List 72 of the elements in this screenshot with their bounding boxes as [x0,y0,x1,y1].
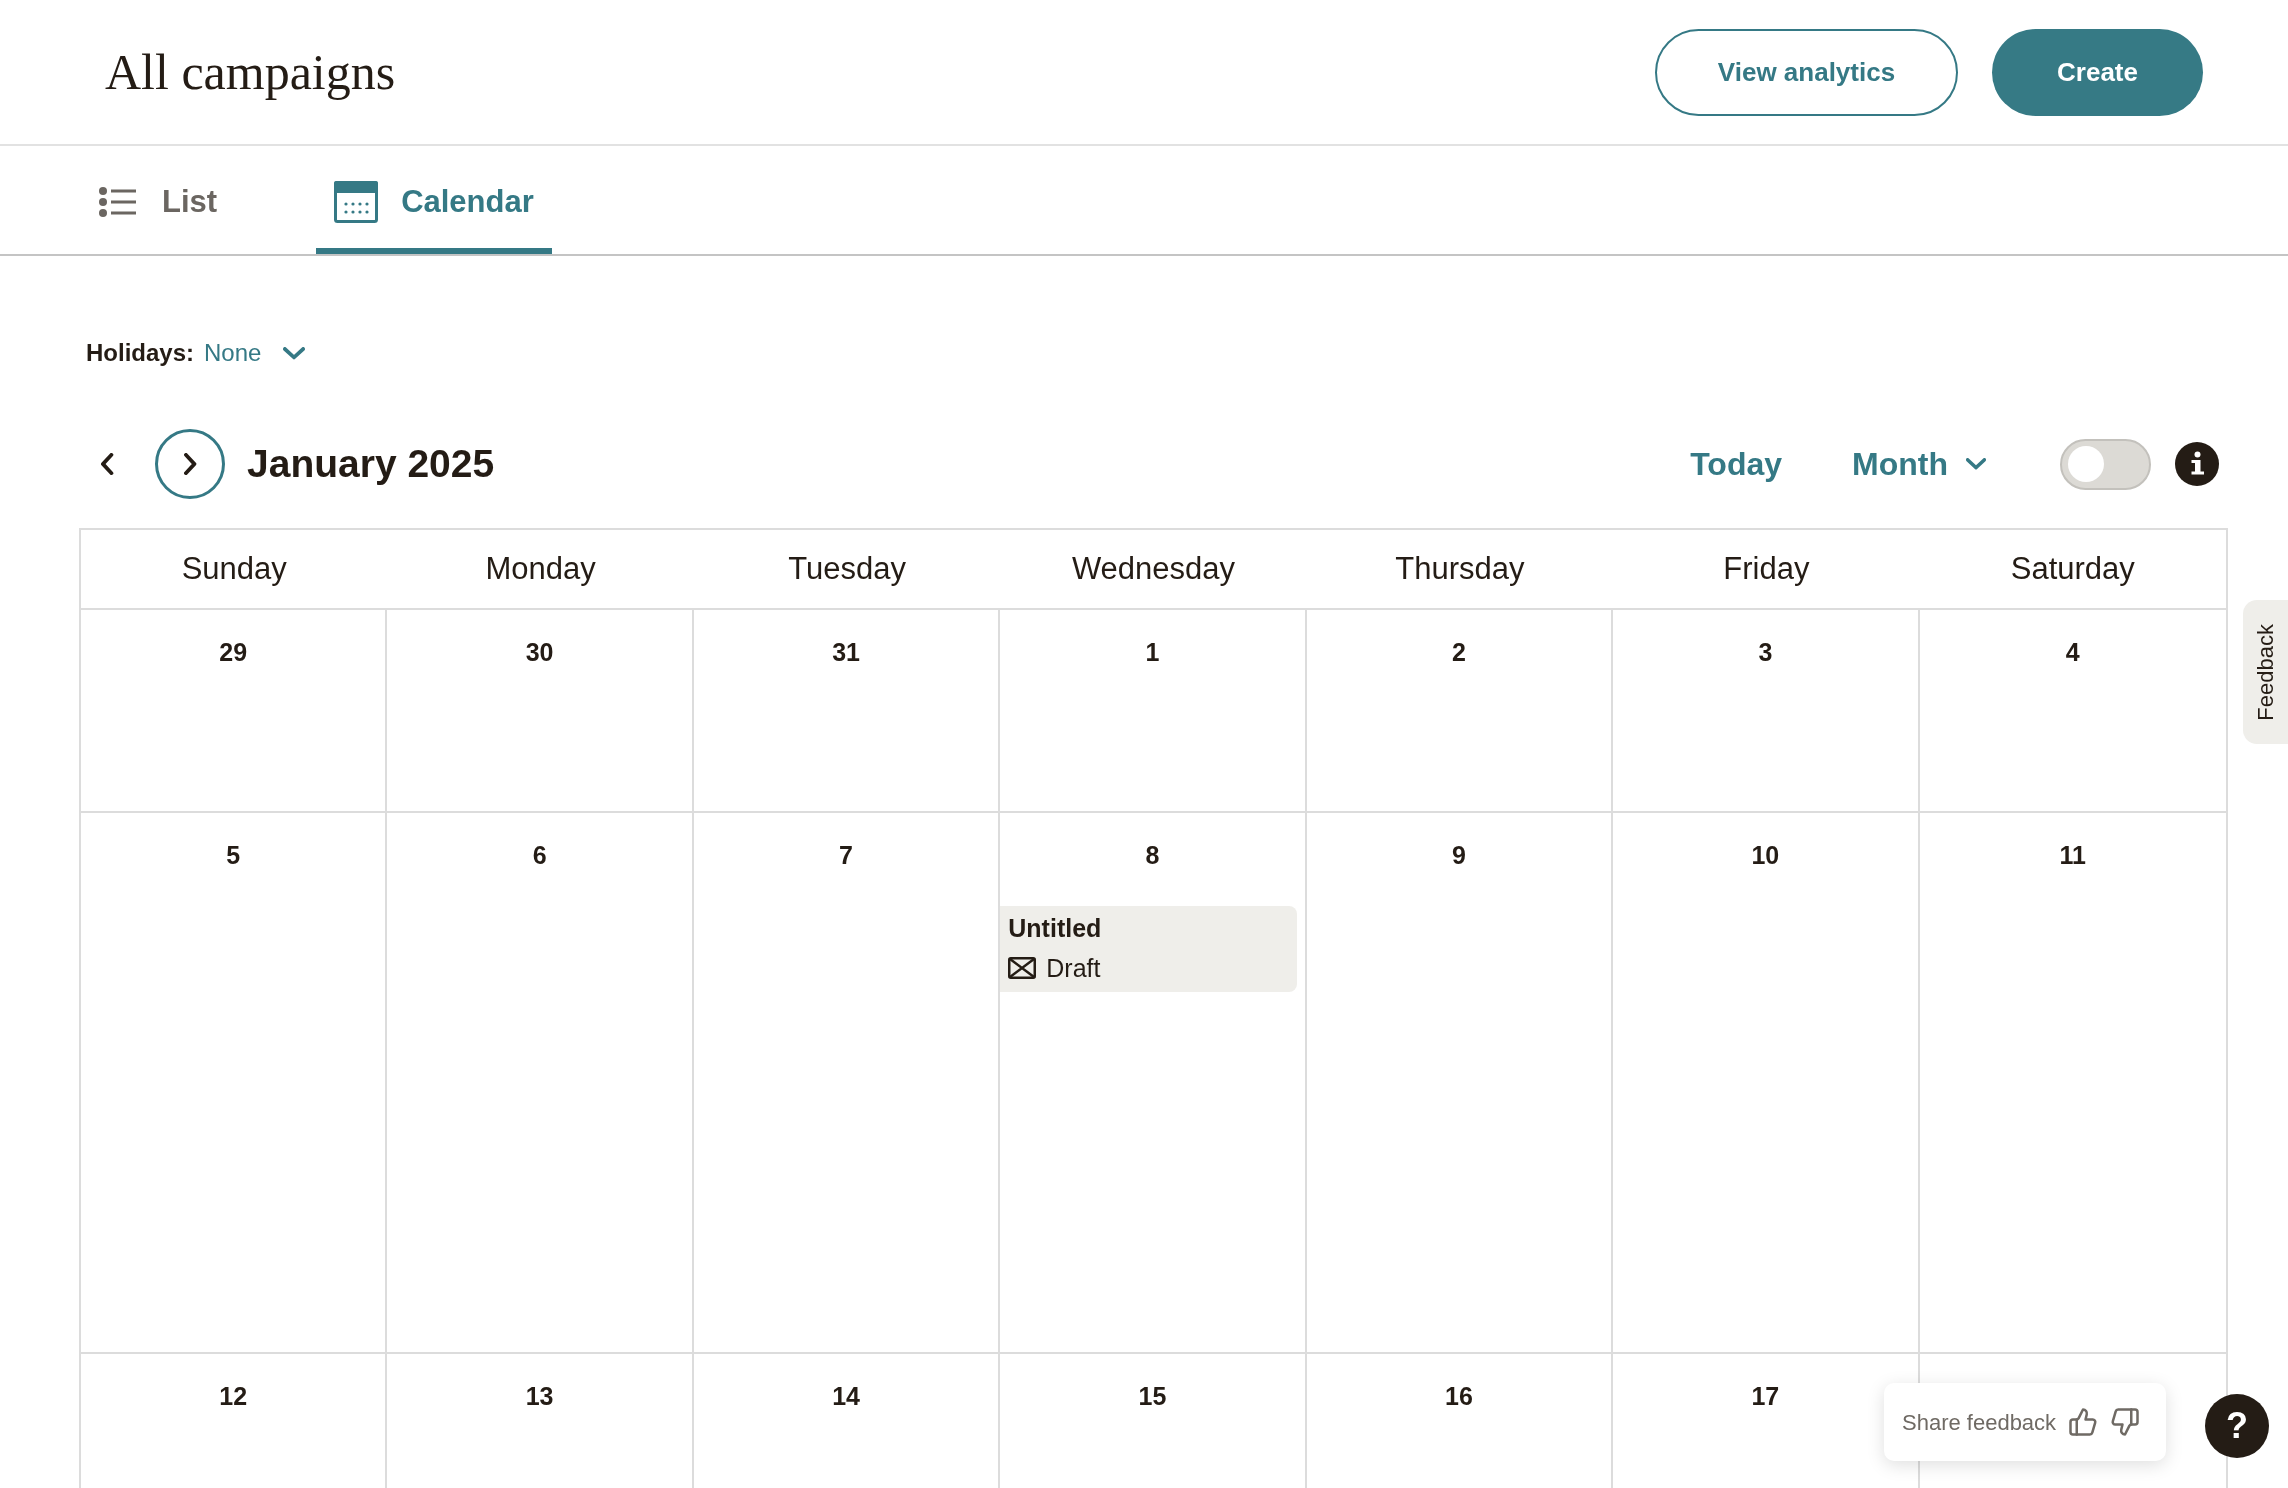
help-button[interactable]: ? [2205,1394,2269,1458]
day-cell[interactable]: 10 [1613,813,1920,1352]
chevron-down-icon [283,346,306,360]
day-number: 14 [832,1382,860,1411]
chevron-right-icon [183,453,197,475]
toggle-switch[interactable] [2060,438,2151,490]
weekday-label: Sunday [181,549,287,588]
day-number: 17 [1751,1382,1780,1411]
day-cell[interactable]: 11 [1919,813,2226,1352]
holidays-label: Holidays: [86,338,195,368]
day-cell[interactable]: 13 [387,1354,694,1488]
day-cell[interactable]: 15 [1000,1354,1307,1488]
day-cell[interactable]: 1 [1000,610,1307,811]
weekday-label: Friday [1723,549,1810,588]
today-button[interactable]: Today [1690,440,1783,488]
list-icon [99,187,136,217]
day-cell[interactable]: 31 [693,610,1001,811]
day-cell[interactable]: 8 Untitled Draft [1000,813,1307,1352]
calendar-icon [334,181,379,223]
day-number: 5 [226,841,241,870]
weekday-label: Saturday [2010,549,2135,588]
day-number: 30 [525,638,554,667]
view-analytics-button[interactable]: View analytics [1655,28,1958,116]
day-cell[interactable]: 6 [387,813,694,1352]
day-cell[interactable]: 12 [81,1354,388,1488]
view-dropdown[interactable]: Month [1852,440,1986,488]
day-cell[interactable]: 3 [1613,610,1920,811]
event-card[interactable]: Untitled Draft [1000,906,1297,992]
day-number: 16 [1445,1382,1473,1411]
event-title: Untitled [1008,913,1103,943]
day-number: 3 [1758,638,1773,667]
day-number: 6 [532,841,547,870]
day-number: 15 [1138,1382,1167,1411]
day-number: 29 [219,638,248,667]
day-number: 2 [1451,638,1466,667]
envelope-icon [1008,957,1037,979]
next-month-button[interactable] [155,429,225,499]
day-number: 10 [1751,841,1780,870]
day-number: 1 [1145,638,1160,667]
weekday-label: Thursday [1395,549,1525,588]
day-number: 11 [2059,841,2086,870]
day-number: 7 [839,841,853,870]
day-number: 13 [525,1382,554,1411]
day-cell[interactable]: 4 [1919,610,2226,811]
day-cell[interactable]: 2 [1306,610,1614,811]
day-cell[interactable]: 14 [693,1354,1001,1488]
thumbs-up-icon[interactable] [2068,1407,2099,1437]
feedback-tab-label: Feedback [2252,623,2279,721]
day-number: 4 [2065,638,2080,667]
chevron-down-icon [1966,458,1986,470]
view-tab[interactable]: Calendar [316,146,552,254]
day-number: 9 [1451,841,1466,870]
thumbs-down-icon[interactable] [2110,1407,2141,1437]
day-cell[interactable]: 29 [81,610,388,811]
event-status: Draft [1046,953,1101,983]
info-icon[interactable] [2175,442,2219,486]
day-cell[interactable]: 9 [1306,813,1614,1352]
month-title: January 2025 [247,440,495,487]
day-number: 8 [1145,841,1160,870]
weekday-label: Monday [485,549,596,588]
weekday-label: Wednesday [1071,549,1236,588]
day-cell[interactable]: 5 [81,813,388,1352]
feedback-tab[interactable]: Feedback [2243,600,2288,744]
view-tab[interactable]: List [81,146,236,254]
chevron-left-icon [100,453,114,475]
day-cell[interactable]: 30 [387,610,694,811]
weekday-label: Tuesday [788,549,906,588]
day-number: 31 [832,638,860,667]
holidays-dropdown[interactable]: None [204,335,306,371]
create-button[interactable]: Create [1992,28,2203,116]
day-number: 12 [219,1382,248,1411]
day-cell[interactable]: 16 [1306,1354,1614,1488]
